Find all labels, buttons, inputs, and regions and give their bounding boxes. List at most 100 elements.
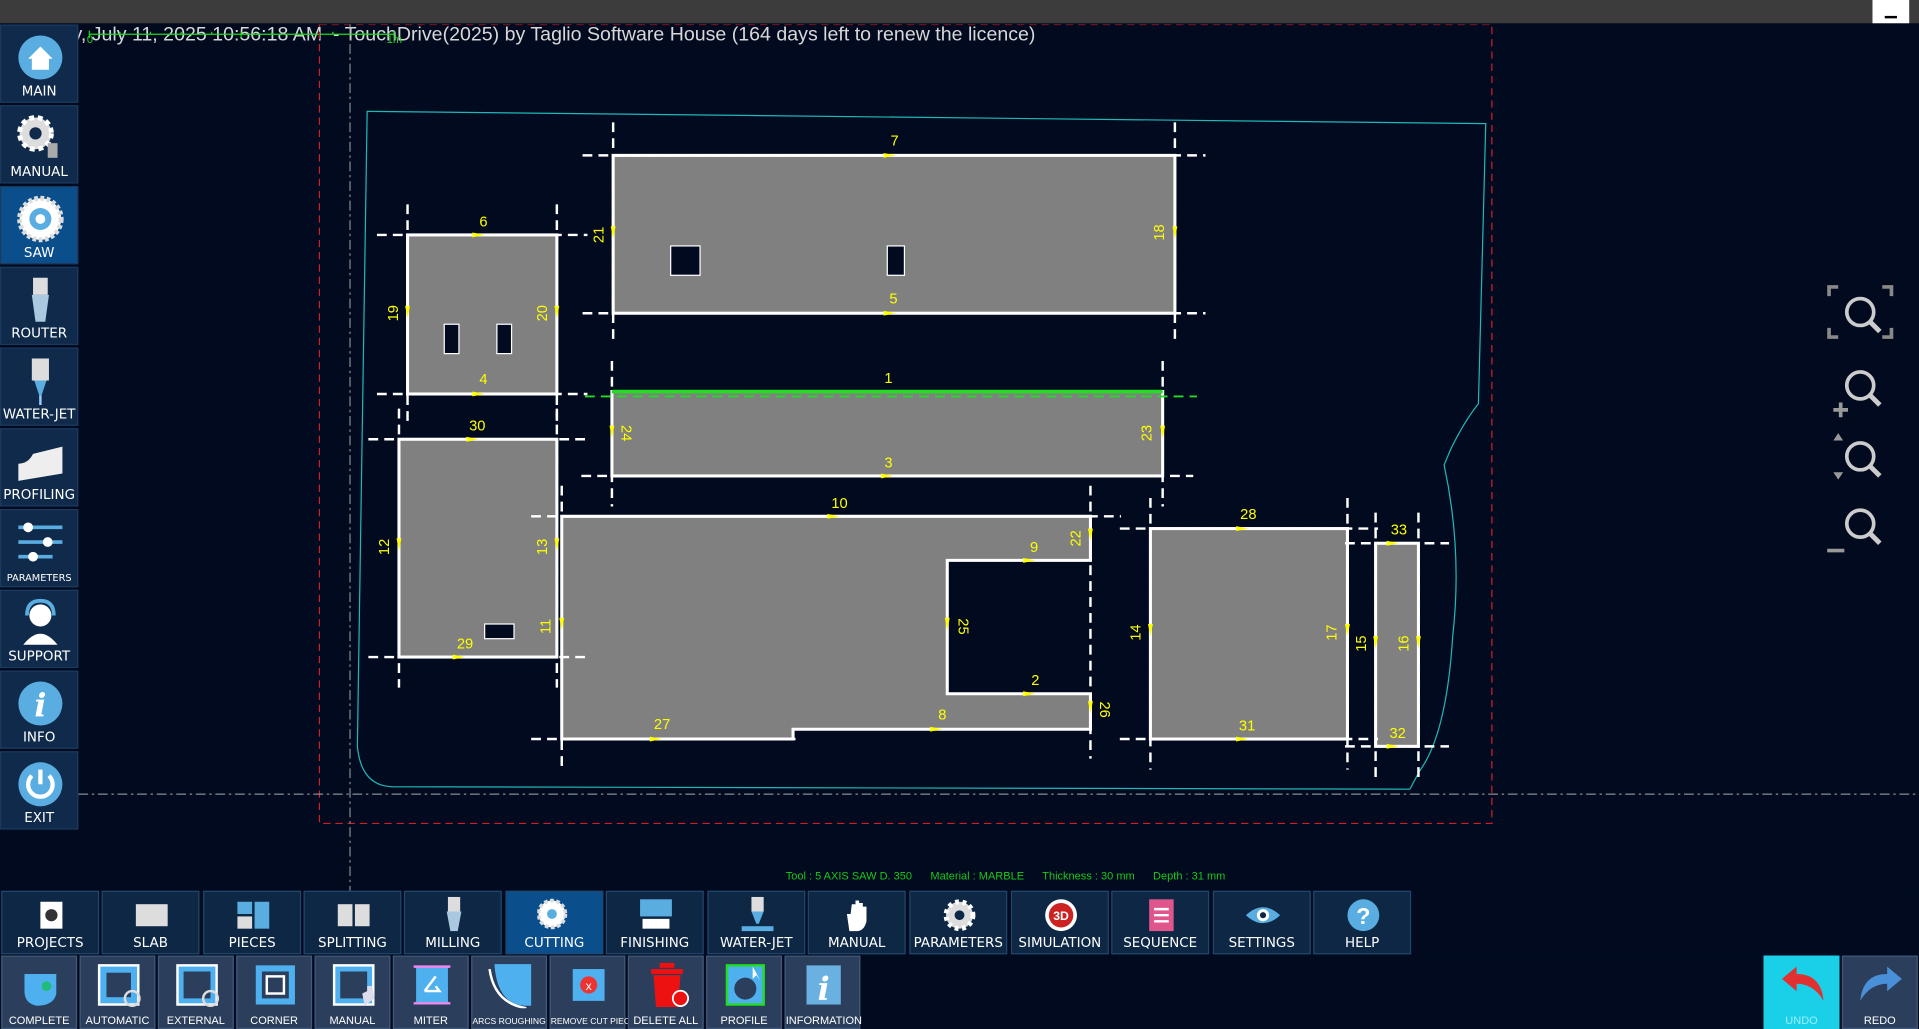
edge-label[interactable]: 23 (1140, 425, 1156, 441)
cut-delete-all[interactable]: DELETE ALL (627, 955, 704, 1029)
zoom-pan-icon[interactable] (1824, 428, 1897, 489)
cut-arcs-roughing[interactable]: ARCS ROUGHING (471, 955, 548, 1029)
edge-label[interactable]: 3 (884, 455, 892, 471)
edge-label[interactable]: 32 (1389, 726, 1405, 742)
edge-label[interactable]: 10 (831, 496, 847, 512)
sidebar-water-jet[interactable]: WATER-JET (0, 347, 79, 426)
sidebar-info[interactable]: i INFO (0, 670, 79, 749)
edge-label[interactable]: 4 (479, 372, 487, 388)
cut-corner[interactable]: CORNER (236, 955, 313, 1029)
pieces-icon (237, 901, 270, 929)
arcs-roughing-icon (488, 964, 532, 1009)
eye-settings-icon (1245, 907, 1281, 924)
toolbar-slab[interactable]: SLAB (101, 890, 200, 955)
simulation-3d-icon: 3D (1045, 899, 1077, 932)
edge-label[interactable]: 2 (1031, 673, 1039, 689)
zoom-out-icon[interactable] (1824, 499, 1897, 560)
cut-remove-cut-piece[interactable]: x REMOVE CUT PIECE (549, 955, 636, 1029)
toolbar-cutting[interactable]: CUTTING (505, 890, 604, 955)
edge-label[interactable]: 20 (535, 305, 551, 321)
cut-profile[interactable]: PROFILE (706, 955, 783, 1029)
sidebar-manual[interactable]: MANUAL (0, 105, 79, 184)
sidebar-exit[interactable]: EXIT (0, 751, 79, 830)
main-toolbar: PROJECTS SLAB PIECES SPLITTING MILLING C… (0, 890, 1919, 955)
toolbar-settings[interactable]: SETTINGS (1212, 890, 1311, 955)
piece[interactable] (560, 514, 1092, 741)
edge-label[interactable]: 9 (1030, 540, 1038, 556)
edge-label[interactable]: 17 (1324, 624, 1340, 640)
cut-miter[interactable]: MITER (392, 955, 469, 1029)
edge-label[interactable]: 13 (535, 539, 551, 555)
toolbar-simulation[interactable]: 3D SIMULATION (1010, 890, 1109, 955)
edge-label[interactable]: 7 (891, 134, 899, 150)
toolbar-finishing[interactable]: FINISHING (605, 890, 704, 955)
sidebar-label: PROFILING (3, 486, 76, 503)
home-icon (18, 35, 63, 80)
toolbar-milling[interactable]: MILLING (403, 890, 502, 955)
cut-complete[interactable]: COMPLETE (1, 955, 78, 1029)
cutting-canvas[interactable]: 0 1m 7 5 21 18 6 4 19 20 1 3 24 23 30 29… (78, 24, 1919, 891)
edge-label[interactable]: 5 (889, 291, 897, 307)
edge-label[interactable]: 15 (1354, 635, 1370, 651)
edge-label[interactable]: 12 (377, 539, 393, 555)
sidebar-label: SAW (23, 244, 55, 261)
edge-label[interactable]: 27 (654, 717, 670, 733)
edge-label[interactable]: 19 (386, 305, 402, 321)
sidebar-saw[interactable]: SAW (0, 185, 79, 265)
edge-label[interactable]: 14 (1129, 624, 1145, 640)
edge-label[interactable]: 28 (1240, 507, 1256, 523)
edge-label[interactable]: 25 (954, 618, 970, 634)
sidebar-label: WATER-JET (2, 406, 76, 423)
undo-button[interactable]: UNDO (1763, 955, 1840, 1029)
edge-label[interactable]: 29 (457, 636, 473, 652)
cut-external[interactable]: EXTERNAL (157, 955, 234, 1029)
sidebar-profiling[interactable]: PROFILING (0, 428, 79, 507)
piece[interactable] (611, 153, 1177, 315)
edge-label[interactable]: 1 (884, 371, 892, 387)
toolbar-label: PROFILE (720, 1014, 768, 1027)
piece[interactable] (1148, 527, 1349, 741)
toolbar-help[interactable]: ? HELP (1313, 890, 1412, 955)
toolbar-label: SPLITTING (318, 934, 387, 951)
cut-information[interactable]: i INFORMATION (784, 955, 862, 1029)
edge-label[interactable]: 30 (469, 419, 485, 435)
toolbar-splitting[interactable]: SPLITTING (303, 890, 402, 955)
toolbar-label: WATER-JET (720, 934, 793, 951)
toolbar-label: MILLING (425, 934, 481, 951)
toolbar-projects[interactable]: PROJECTS (1, 890, 100, 955)
edge-label[interactable]: 18 (1152, 224, 1168, 240)
toolbar-water-jet[interactable]: WATER-JET (707, 890, 806, 955)
water-jet-icon (741, 896, 774, 932)
edge-label[interactable]: 26 (1096, 701, 1112, 717)
toolbar-sequence[interactable]: SEQUENCE (1111, 890, 1210, 955)
edge-label[interactable]: 22 (1069, 530, 1085, 546)
edge-label[interactable]: 11 (539, 619, 555, 634)
piece[interactable] (397, 437, 559, 659)
sidebar-parameters[interactable]: PARAMETERS (0, 508, 79, 588)
milling-icon (446, 896, 462, 932)
cut-automatic[interactable]: AUTOMATIC (79, 955, 156, 1029)
toolbar-label: MITER (413, 1014, 448, 1027)
edge-label[interactable]: 24 (618, 425, 634, 441)
edge-label[interactable]: 21 (591, 227, 607, 243)
minimize-button[interactable] (1872, 0, 1910, 24)
edge-label[interactable]: 31 (1239, 718, 1255, 734)
profile-icon (725, 964, 765, 1006)
status-tool: Tool : 5 AXIS SAW D. 350 (785, 869, 913, 883)
zoom-in-icon[interactable] (1824, 361, 1897, 422)
gear-icon (943, 899, 976, 932)
zoom-fit-icon[interactable] (1824, 281, 1897, 342)
toolbar-pieces[interactable]: PIECES (203, 890, 302, 955)
edge-label[interactable]: 33 (1391, 523, 1407, 539)
sidebar-main[interactable]: MAIN (0, 24, 79, 103)
cut-manual[interactable]: MANUAL (314, 955, 391, 1029)
hand-icon (846, 900, 867, 932)
sidebar-router[interactable]: ROUTER (0, 266, 79, 346)
redo-button[interactable]: REDO (1841, 955, 1918, 1029)
edge-label[interactable]: 8 (938, 707, 946, 723)
toolbar-parameters[interactable]: PARAMETERS (909, 890, 1008, 955)
edge-label[interactable]: 6 (479, 214, 487, 230)
toolbar-manual[interactable]: MANUAL (807, 890, 906, 955)
edge-label[interactable]: 16 (1397, 635, 1413, 651)
sidebar-support[interactable]: SUPPORT (0, 589, 79, 669)
